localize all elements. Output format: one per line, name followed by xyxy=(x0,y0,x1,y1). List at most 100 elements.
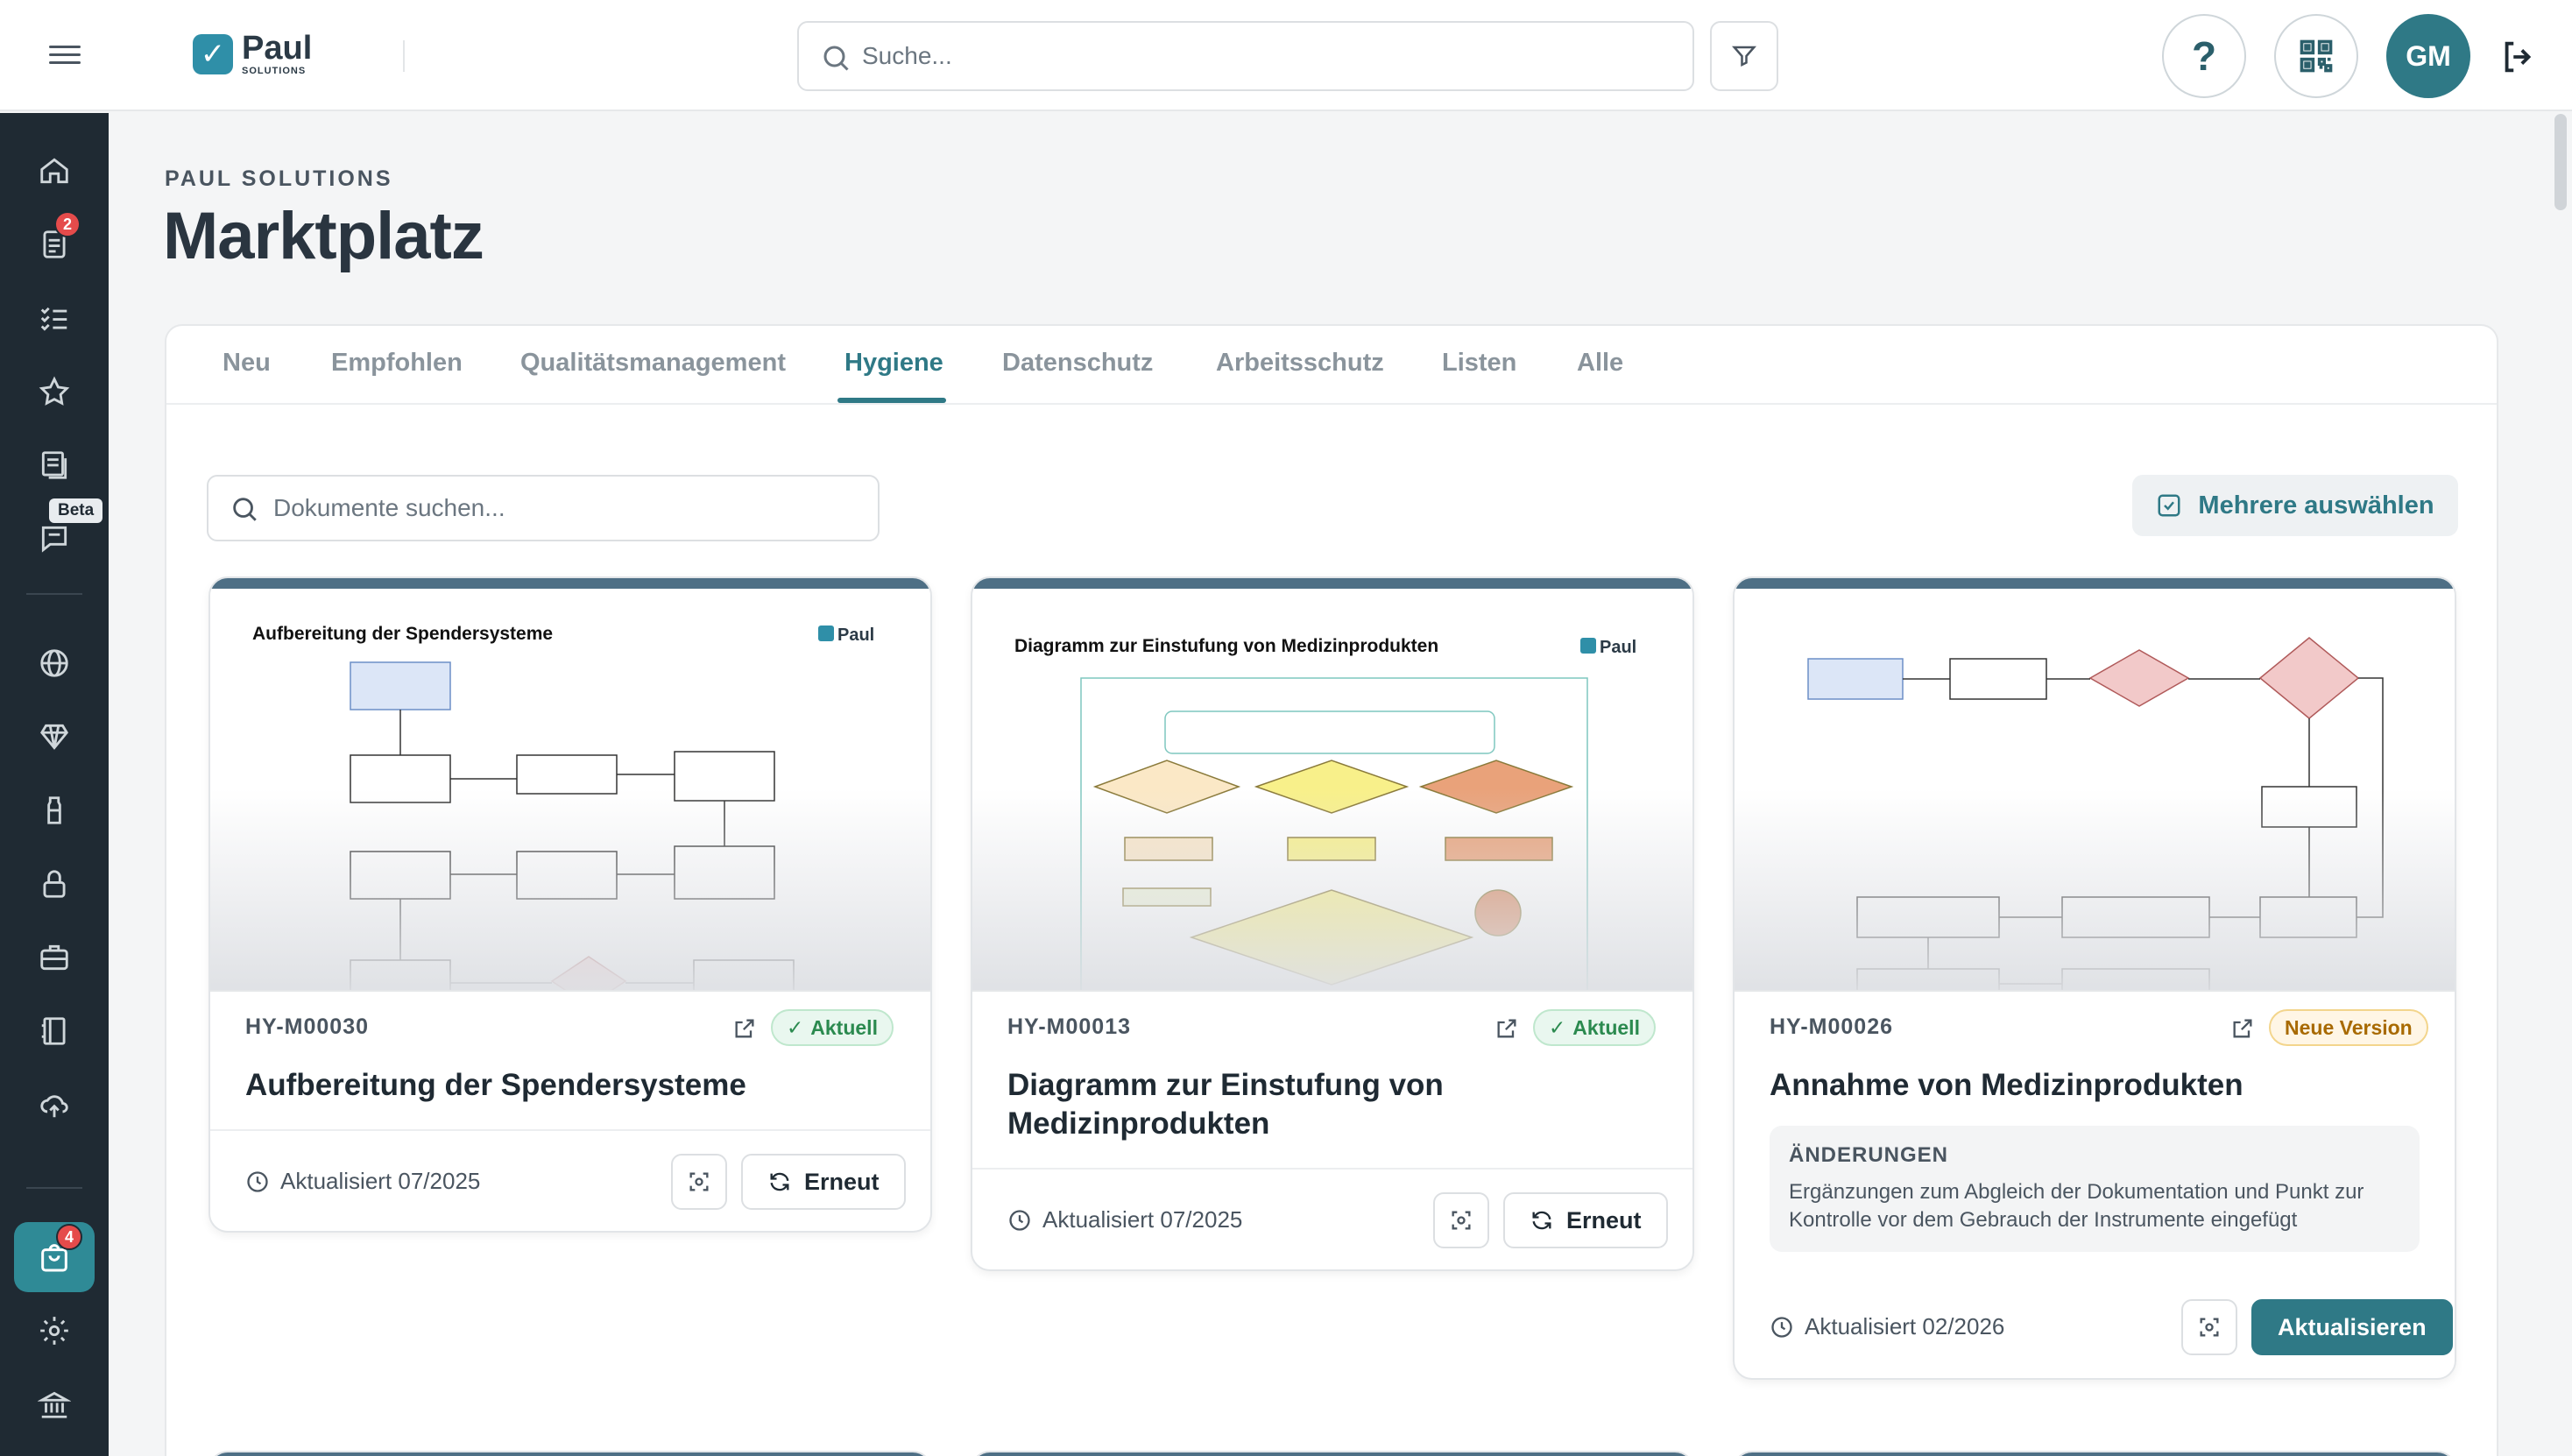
check-icon: ✓ xyxy=(1549,1015,1566,1039)
tab-datenschutz[interactable]: Datenschutz xyxy=(1002,349,1153,378)
reinstall-button[interactable]: Erneut xyxy=(1503,1192,1668,1248)
thumb-title: Diagramm zur Einstufung von Medizinprodu… xyxy=(1014,636,1438,656)
external-link-icon[interactable] xyxy=(2230,1016,2255,1041)
tab-neu[interactable]: Neu xyxy=(223,349,271,378)
preview-button[interactable] xyxy=(671,1154,727,1210)
logo[interactable]: ✓ Paul SOLUTIONS xyxy=(193,32,312,76)
diamond-icon[interactable] xyxy=(33,716,75,758)
preview-button[interactable] xyxy=(1433,1192,1489,1248)
marketplace-nav-item[interactable] xyxy=(14,1222,95,1292)
tab-arbeitsschutz[interactable]: Arbeitsschutz xyxy=(1216,349,1384,378)
page-title: Marktplatz xyxy=(163,199,484,273)
document-thumbnail[interactable] xyxy=(1735,589,2455,992)
clock-icon xyxy=(1007,1208,1032,1233)
help-icon: ? xyxy=(2191,33,2217,79)
document-card[interactable]: Diagramm zur Einstufung von Medizinprodu… xyxy=(971,576,1694,1271)
briefcase-icon[interactable] xyxy=(33,937,75,979)
filter-button[interactable] xyxy=(1710,21,1778,91)
search-icon xyxy=(230,494,259,524)
tasks-badge: 2 xyxy=(54,211,81,237)
search-placeholder: Suche... xyxy=(862,42,952,69)
thumb-title: Aufbereitung der Spendersysteme xyxy=(252,624,553,644)
check-icon: ✓ xyxy=(787,1015,804,1039)
document-search-placeholder: Dokumente suchen... xyxy=(273,494,505,521)
status-badge: ✓ Aktuell xyxy=(1533,1009,1656,1046)
document-card[interactable] xyxy=(208,1451,932,1456)
clock-icon xyxy=(1770,1315,1794,1339)
refresh-icon xyxy=(1530,1208,1554,1233)
home-icon[interactable] xyxy=(33,150,75,192)
active-tab-indicator xyxy=(837,398,946,403)
tab-empfohlen[interactable]: Empfohlen xyxy=(331,349,463,378)
feedback-icon[interactable] xyxy=(33,518,75,560)
global-search-input[interactable]: Suche... xyxy=(797,21,1694,91)
reinstall-button[interactable]: Erneut xyxy=(741,1154,906,1210)
changes-heading: ÄNDERUNGEN xyxy=(1789,1143,1949,1167)
marketplace-panel: Neu Empfohlen Qualitätsmanagement Hygien… xyxy=(165,324,2498,1456)
checklist-icon[interactable] xyxy=(33,297,75,339)
tab-hygiene[interactable]: Hygiene xyxy=(844,349,943,378)
changes-text: Ergänzungen zum Abgleich der Dokumentati… xyxy=(1789,1180,2364,1232)
document-thumbnail[interactable]: Aufbereitung der Spendersysteme Paul xyxy=(210,589,930,992)
document-card[interactable]: HY-M00026 Neue Version Annahme von Mediz… xyxy=(1733,576,2456,1380)
external-link-icon[interactable] xyxy=(1494,1016,1519,1041)
sidebar: 2 Beta 4 xyxy=(0,113,109,1456)
top-bar: ✓ Paul SOLUTIONS Suche... ? GM xyxy=(0,0,2572,111)
scan-icon xyxy=(2197,1315,2222,1339)
tab-alle[interactable]: Alle xyxy=(1577,349,1623,378)
logout-icon xyxy=(2498,37,2539,77)
divider xyxy=(403,40,405,72)
status-badge: Neue Version xyxy=(2269,1009,2428,1046)
category-tabs: Neu Empfohlen Qualitätsmanagement Hygien… xyxy=(166,326,2497,405)
filter-icon xyxy=(1731,43,1757,69)
updated-date: Aktualisiert 07/2025 xyxy=(1007,1206,1242,1233)
logo-text: Paul xyxy=(242,30,313,67)
document-title: Annahme von Medizinprodukten xyxy=(1770,1068,2243,1102)
card-stripe xyxy=(1735,578,2455,589)
tab-qualitaetsmanagement[interactable]: Qualitätsmanagement xyxy=(520,349,786,378)
brand-label: PAUL SOLUTIONS xyxy=(165,166,393,191)
card-stripe xyxy=(210,578,930,589)
help-button[interactable]: ? xyxy=(2162,14,2246,98)
book-icon[interactable] xyxy=(33,1010,75,1052)
cloud-upload-icon[interactable] xyxy=(33,1084,75,1126)
logout-button[interactable] xyxy=(2498,37,2539,77)
document-card[interactable]: Aufbereitung der Spendersysteme Paul HY-… xyxy=(208,576,932,1233)
updated-date: Aktualisiert 07/2025 xyxy=(245,1168,480,1195)
multi-select-button[interactable]: Mehrere auswählen xyxy=(2132,475,2458,536)
tab-listen[interactable]: Listen xyxy=(1442,349,1516,378)
marketplace-badge: 4 xyxy=(56,1224,82,1250)
status-badge: ✓ Aktuell xyxy=(771,1009,894,1046)
lock-icon[interactable] xyxy=(33,863,75,905)
document-search-input[interactable]: Dokumente suchen... xyxy=(207,475,880,541)
multi-select-label: Mehrere auswählen xyxy=(2198,491,2434,519)
beta-badge: Beta xyxy=(49,498,103,523)
card-stripe xyxy=(972,578,1692,589)
divider xyxy=(26,593,82,595)
qr-code-button[interactable] xyxy=(2274,14,2358,98)
bottle-icon[interactable] xyxy=(33,789,75,831)
divider xyxy=(26,1187,82,1189)
update-button[interactable]: Aktualisieren xyxy=(2251,1299,2453,1355)
thumb-logo: Paul xyxy=(837,626,874,645)
qr-code-icon xyxy=(2297,37,2335,75)
thumb-logo: Paul xyxy=(1600,638,1636,657)
logo-check-icon: ✓ xyxy=(193,33,233,74)
bank-icon[interactable] xyxy=(33,1383,75,1425)
star-icon[interactable] xyxy=(33,371,75,413)
document-card[interactable] xyxy=(1733,1451,2456,1456)
document-card[interactable] xyxy=(971,1451,1694,1456)
page-scrollbar[interactable] xyxy=(2554,114,2567,210)
updated-date: Aktualisiert 02/2026 xyxy=(1770,1313,2004,1340)
document-title: Diagramm zur Einstufung von Medizinprodu… xyxy=(1007,1068,1444,1141)
gear-icon[interactable] xyxy=(33,1310,75,1352)
scan-icon xyxy=(1449,1208,1473,1233)
external-link-icon[interactable] xyxy=(732,1016,757,1041)
document-thumbnail[interactable]: Diagramm zur Einstufung von Medizinprodu… xyxy=(972,589,1692,992)
user-avatar[interactable]: GM xyxy=(2386,14,2470,98)
menu-icon[interactable] xyxy=(49,40,81,72)
globe-icon[interactable] xyxy=(33,642,75,684)
preview-button[interactable] xyxy=(2181,1299,2237,1355)
document-list-icon[interactable] xyxy=(33,444,75,486)
search-icon xyxy=(820,42,851,74)
